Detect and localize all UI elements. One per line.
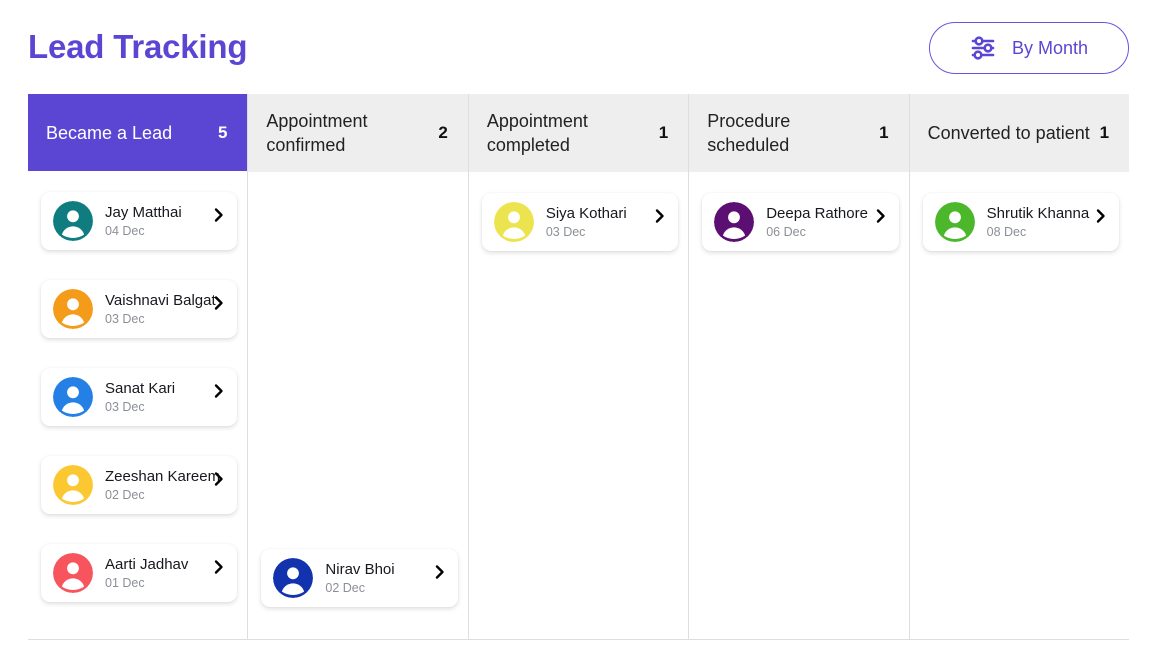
- column-count-badge: 2: [438, 123, 448, 142]
- lead-date: 03 Dec: [105, 311, 145, 326]
- column-header-appointment-completed[interactable]: Appointment completed 1: [468, 94, 689, 172]
- column-title: Converted to patient: [927, 123, 1090, 143]
- lead-card[interactable]: Siya Kothari 03 Dec: [481, 193, 679, 251]
- lead-date: 01 Dec: [105, 575, 145, 590]
- lead-card[interactable]: Deepa Rathore 06 Dec: [702, 193, 899, 251]
- lead-card-text: Sanat Kari 03 Dec: [105, 380, 199, 415]
- lead-name: Sanat Kari: [105, 379, 176, 397]
- lead-card[interactable]: Jay Matthai 04 Dec: [41, 192, 238, 251]
- column-count-badge: 1: [1099, 123, 1110, 142]
- lead-pipeline-board: Became a Lead 5 Jay Matthai 04 Dec Vaishnavi…: [28, 94, 1130, 640]
- lead-name: Deepa Rathore: [766, 204, 868, 222]
- column-body-appointment-completed: Siya Kothari 03 Dec: [468, 172, 689, 639]
- column-body-became-a-lead: Jay Matthai 04 Dec Vaishnavi Balgat 03 Dec S…: [28, 171, 248, 639]
- lead-date: 08 Dec: [986, 224, 1027, 239]
- lead-card-text: Jay Matthai 04 Dec: [105, 204, 199, 239]
- lead-card-text: Nirav Bhoi 02 Dec: [325, 561, 419, 596]
- user-avatar-icon: [53, 289, 93, 330]
- lead-tracking-page: Lead Tracking By Month Became a Lead 5 Jay…: [0, 0, 1158, 651]
- lead-date: 04 Dec: [105, 223, 145, 238]
- lead-date: 02 Dec: [105, 487, 145, 502]
- chevron-right-icon[interactable]: [211, 382, 227, 413]
- user-avatar-icon: [53, 465, 93, 506]
- lead-card[interactable]: Shrutik Khanna 08 Dec: [922, 193, 1120, 251]
- user-avatar-icon: [53, 553, 93, 594]
- lead-card-text: Deepa Rathore 06 Dec: [766, 204, 868, 240]
- column-title: Procedure scheduled: [707, 111, 791, 155]
- lead-card-text: Siya Kothari 03 Dec: [546, 205, 640, 240]
- lead-name: Zeeshan Kareem: [105, 467, 221, 485]
- lead-name: Vaishnavi Balgat: [105, 291, 216, 309]
- lead-card-text: Zeeshan Kareem 02 Dec: [105, 467, 221, 503]
- board-column-procedure-scheduled: Procedure scheduled 1 Deepa Rathore 06 Dec: [689, 94, 910, 639]
- chevron-right-icon[interactable]: [211, 294, 227, 325]
- chevron-right-icon[interactable]: [652, 207, 668, 238]
- lead-name: Jay Matthai: [105, 203, 182, 221]
- chevron-right-icon[interactable]: [1093, 207, 1109, 238]
- lead-card-text: Aarti Jadhav 01 Dec: [105, 556, 199, 591]
- chevron-right-icon[interactable]: [873, 207, 889, 238]
- column-header-became-a-lead[interactable]: Became a Lead 5: [28, 94, 248, 172]
- lead-card-text: Vaishnavi Balgat 03 Dec: [105, 291, 216, 327]
- user-avatar-icon: [493, 202, 534, 242]
- lead-name: Nirav Bhoi: [325, 560, 395, 578]
- board-column-converted-to-patient: Converted to patient 1 Shrutik Khanna 08 De…: [909, 94, 1130, 639]
- chevron-right-icon[interactable]: [211, 206, 227, 237]
- lead-name: Shrutik Khanna: [986, 204, 1090, 222]
- chevron-right-icon[interactable]: [211, 558, 227, 589]
- lead-date: 02 Dec: [325, 580, 366, 595]
- lead-name: Siya Kothari: [545, 204, 627, 222]
- chevron-right-icon[interactable]: [432, 563, 448, 594]
- lead-date: 03 Dec: [545, 224, 586, 239]
- column-title: Appointment completed: [486, 111, 588, 155]
- by-month-label: By Month: [1011, 38, 1089, 58]
- board-column-appointment-completed: Appointment completed 1 Siya Kothari 03 Dec: [468, 94, 690, 639]
- lead-card[interactable]: Sanat Kari 03 Dec: [41, 368, 238, 427]
- lead-card[interactable]: Aarti Jadhav 01 Dec: [41, 544, 238, 603]
- column-count-badge: 1: [658, 123, 669, 142]
- lead-name: Aarti Jadhav: [105, 555, 189, 573]
- column-body-converted-to-patient: Shrutik Khanna 08 Dec: [909, 172, 1130, 639]
- lead-card[interactable]: Vaishnavi Balgat 03 Dec: [41, 280, 238, 339]
- page-title: Lead Tracking: [28, 28, 248, 65]
- column-header-procedure-scheduled[interactable]: Procedure scheduled 1: [689, 94, 909, 172]
- user-avatar-icon: [53, 377, 93, 418]
- lead-card-text: Shrutik Khanna 08 Dec: [986, 204, 1090, 240]
- column-count-badge: 5: [217, 122, 228, 142]
- user-avatar-icon: [53, 201, 93, 242]
- lead-card[interactable]: Zeeshan Kareem 02 Dec: [41, 456, 238, 515]
- column-title: Appointment confirmed: [266, 111, 368, 155]
- chevron-right-icon[interactable]: [211, 470, 227, 501]
- by-month-filter-button[interactable]: By Month: [929, 22, 1129, 74]
- user-avatar-icon: [934, 202, 975, 242]
- sliders-filter-icon: [970, 36, 996, 60]
- column-header-converted-to-patient[interactable]: Converted to patient 1: [909, 94, 1130, 172]
- column-title: Became a Lead: [46, 122, 173, 143]
- column-body-appointment-confirmed: Nirav Bhoi 02 Dec: [248, 172, 468, 639]
- user-avatar-icon: [273, 558, 314, 598]
- column-count-badge: 1: [879, 123, 889, 142]
- board-column-became-a-lead: Became a Lead 5 Jay Matthai 04 Dec Vaishnavi…: [28, 94, 249, 639]
- lead-date: 03 Dec: [105, 399, 145, 414]
- lead-card[interactable]: Nirav Bhoi 02 Dec: [261, 549, 458, 607]
- column-header-appointment-confirmed[interactable]: Appointment confirmed 2: [248, 94, 468, 172]
- lead-date: 06 Dec: [766, 224, 806, 239]
- user-avatar-icon: [714, 202, 755, 242]
- board-column-appointment-confirmed: Appointment confirmed 2 Nirav Bhoi 02 Dec: [248, 94, 469, 639]
- page-topbar: Lead Tracking By Month: [0, 0, 1158, 94]
- column-body-procedure-scheduled: Deepa Rathore 06 Dec: [689, 172, 909, 639]
